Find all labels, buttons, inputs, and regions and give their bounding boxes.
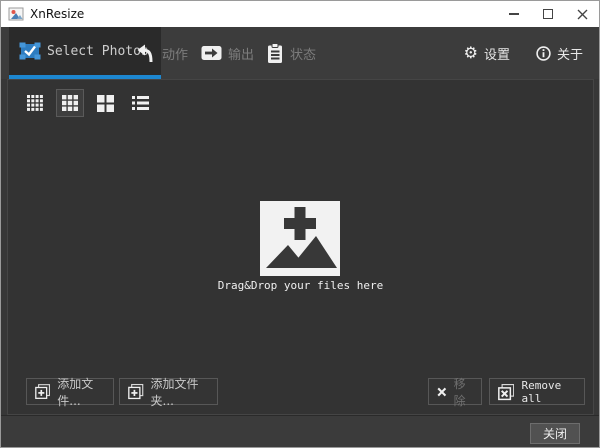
drop-image-placeholder bbox=[260, 201, 340, 276]
dialog-button-strip: 关闭 bbox=[1, 415, 599, 448]
add-files-button[interactable]: 添加文件... bbox=[26, 378, 114, 405]
remove-label: 移除 bbox=[454, 375, 473, 409]
minimize-button[interactable] bbox=[497, 1, 531, 27]
close-icon bbox=[577, 9, 588, 20]
minimize-icon bbox=[509, 13, 519, 15]
close-dialog-button[interactable]: 关闭 bbox=[530, 423, 580, 444]
remove-all-button[interactable]: Remove all bbox=[489, 378, 585, 405]
settings-button[interactable]: ⚙ 设置 bbox=[464, 44, 510, 63]
add-image-icon bbox=[260, 201, 340, 276]
maximize-button[interactable] bbox=[531, 1, 565, 27]
add-files-label: 添加文件... bbox=[57, 375, 105, 409]
select-photos-icon bbox=[19, 42, 41, 60]
tab-status[interactable]: 状态 bbox=[266, 27, 316, 79]
settings-label: 设置 bbox=[484, 44, 510, 63]
gear-icon: ⚙ bbox=[464, 45, 478, 61]
add-folder-label: 添加文件夹... bbox=[151, 375, 209, 409]
app-logo-icon bbox=[8, 6, 24, 22]
add-file-icon bbox=[35, 382, 50, 401]
window-title: XnResize bbox=[30, 7, 84, 21]
maximize-icon bbox=[543, 9, 553, 19]
select-photos-panel: Drag&Drop your files here 添加文件... 添加文件夹.… bbox=[7, 79, 594, 415]
info-icon bbox=[536, 46, 551, 61]
add-folder-icon bbox=[128, 382, 144, 401]
tab-action[interactable]: 动作 bbox=[136, 27, 188, 79]
add-folder-button[interactable]: 添加文件夹... bbox=[119, 378, 218, 405]
remove-button[interactable]: 移除 bbox=[428, 378, 482, 405]
titlebar: XnResize bbox=[1, 1, 599, 27]
close-button[interactable] bbox=[565, 1, 599, 27]
tab-output-label: 输出 bbox=[228, 44, 254, 63]
clipboard-icon bbox=[266, 43, 284, 64]
tab-action-label: 动作 bbox=[162, 44, 188, 63]
drop-hint-text: Drag&Drop your files here bbox=[8, 279, 593, 292]
tab-output[interactable]: 输出 bbox=[201, 27, 254, 79]
about-button[interactable]: 关于 bbox=[536, 44, 583, 63]
window-controls bbox=[497, 1, 599, 27]
undo-arrow-icon bbox=[136, 42, 156, 64]
drag-drop-zone[interactable]: Drag&Drop your files here bbox=[8, 80, 593, 414]
about-label: 关于 bbox=[557, 44, 583, 63]
remove-all-label: Remove all bbox=[521, 379, 576, 405]
tab-select-photos-label: Select Photos bbox=[47, 44, 149, 59]
toolbar-right-actions: ⚙ 设置 关于 bbox=[464, 27, 583, 79]
tab-status-label: 状态 bbox=[290, 44, 316, 63]
xnresize-window: XnResize bbox=[0, 0, 600, 448]
remove-x-icon bbox=[437, 386, 447, 398]
export-icon bbox=[201, 45, 222, 61]
remove-all-icon bbox=[498, 382, 514, 402]
main-toolbar: Select Photos 动作 输出 bbox=[1, 27, 599, 79]
